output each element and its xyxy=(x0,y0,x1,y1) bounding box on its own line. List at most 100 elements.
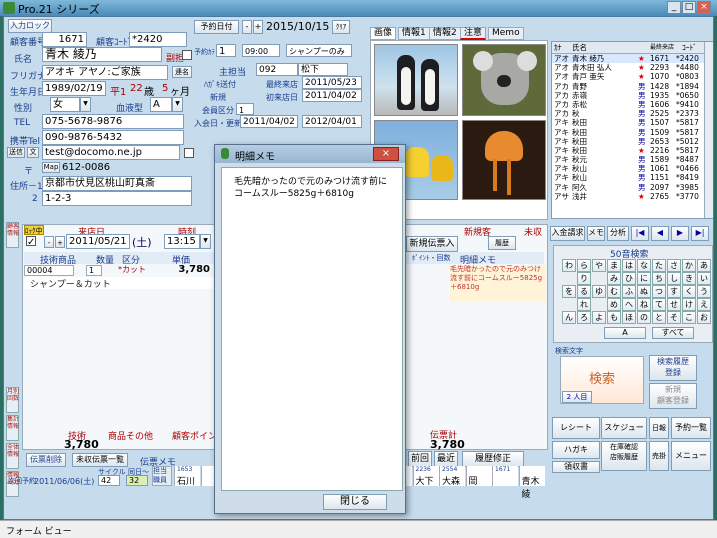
kana-button[interactable]: ね xyxy=(637,298,651,311)
prev-visit-button[interactable]: 前回 xyxy=(408,451,432,467)
history-button[interactable]: 履歴 xyxy=(488,236,516,250)
kana-button[interactable]: ん xyxy=(562,311,576,324)
kana-button[interactable]: い xyxy=(697,272,711,285)
kana-button[interactable]: ほ xyxy=(622,311,636,324)
kana-button[interactable]: た xyxy=(652,259,666,272)
email-field[interactable]: test@docomo.ne.jp xyxy=(42,145,180,160)
addr2-field[interactable]: 1-2-3 xyxy=(42,191,192,206)
birthday-field[interactable]: 1989/02/19 xyxy=(42,81,106,96)
slip-checkbox[interactable]: ✓ xyxy=(26,236,36,248)
list-item[interactable]: アキ 秋田 ★ 2216 *5817 xyxy=(552,146,712,155)
memo-button[interactable]: メモ xyxy=(587,226,605,241)
kana-button[interactable]: そ xyxy=(667,311,681,324)
receipt2-button[interactable]: 領収書 xyxy=(552,461,600,473)
jellyfish-photo[interactable] xyxy=(462,120,546,200)
reservation-minus[interactable]: - xyxy=(242,20,252,34)
analysis-button[interactable]: 分析 xyxy=(607,226,629,241)
next-record-button[interactable]: ▶ xyxy=(671,226,689,241)
receipt-button[interactable]: レシート xyxy=(552,417,600,439)
list-item[interactable]: アキ 秋田 男 2653 *5012 xyxy=(552,137,712,146)
row1-name[interactable]: シャンプー＆カット xyxy=(24,277,214,290)
cycle-field[interactable]: 42 xyxy=(98,475,120,486)
kana-button[interactable]: わ xyxy=(562,259,576,272)
appt-time-field[interactable]: 09:00 xyxy=(242,44,280,57)
list-item[interactable]: アカ 青野 男 1428 *1894 xyxy=(552,82,712,91)
kana-button[interactable]: を xyxy=(562,285,576,298)
staff-cell[interactable]: 1653 石川 xyxy=(174,466,200,487)
row1-code[interactable]: 00004 xyxy=(24,265,74,276)
member-select[interactable]: 1 xyxy=(236,103,254,115)
search-history-button[interactable]: 検索履歴 登録 xyxy=(649,355,697,381)
kana-button[interactable]: て xyxy=(652,298,666,311)
name-field[interactable]: 青木 綾乃 xyxy=(42,47,162,62)
list-item[interactable]: アキ 秋田 男 1509 *5817 xyxy=(552,128,712,137)
time-dropdown-icon[interactable]: ▼ xyxy=(200,234,211,249)
entry-lock-button[interactable]: 入力ロック xyxy=(8,19,52,33)
kana-button[interactable]: か xyxy=(682,259,696,272)
dialog-memo-text[interactable]: 毛先暗かったので元のみつけ流す前にコームスルー5825g＋6810g xyxy=(221,167,403,491)
kana-button[interactable]: く xyxy=(682,285,696,298)
kana-button[interactable]: と xyxy=(652,311,666,324)
unpaid-list-button[interactable]: 未収伝票一覧 xyxy=(72,453,128,467)
tab-image[interactable]: 画像 xyxy=(370,27,397,40)
list-item[interactable]: アキ 阿久 男 2097 *3985 xyxy=(552,183,712,192)
side-summary[interactable]: 集計 情報 xyxy=(6,415,19,441)
list-item[interactable]: アオ 青木 綾乃 ★ 1671 *2420 xyxy=(552,54,712,64)
family-button[interactable]: 連名 xyxy=(172,66,192,78)
dialog-close-icon[interactable]: × xyxy=(373,147,399,161)
customer-code-field[interactable]: *2420 xyxy=(129,32,187,47)
main-staff-code[interactable]: 092 xyxy=(256,63,298,76)
row1-qty[interactable]: 1 xyxy=(86,265,102,276)
visit-date-minus[interactable]: - xyxy=(44,236,54,248)
kana-button[interactable]: ろ xyxy=(577,311,591,324)
time-field[interactable]: 13:15 xyxy=(164,234,200,249)
list-item[interactable]: アカ秋 男 2525 *2373 xyxy=(552,109,712,118)
mobile-field[interactable]: 090-9876-5432 xyxy=(42,130,184,145)
kana-button[interactable]: め xyxy=(607,298,621,311)
close-window-button[interactable]: × xyxy=(697,1,711,14)
slip-delete-button[interactable]: 伝票削除 xyxy=(26,453,66,467)
kana-button[interactable]: あ xyxy=(697,259,711,272)
kana-button[interactable]: に xyxy=(637,272,651,285)
payment-button[interactable]: 入金請求 xyxy=(550,226,585,241)
list-item[interactable]: アオ 青戸 亜矢 ★ 1070 *0803 xyxy=(552,72,712,81)
kana-button[interactable]: こ xyxy=(682,311,696,324)
tab-memo[interactable]: Memo xyxy=(488,27,524,40)
kana-button[interactable]: き xyxy=(682,272,696,285)
row1-memo[interactable]: 毛先暗かったので元のみつけ流す前にコームスルー5825g＋6810g xyxy=(450,265,546,301)
kana-button[interactable]: ひ xyxy=(622,272,636,285)
furigana-field[interactable]: アオキ アヤノ:ご家族 xyxy=(42,65,168,80)
list-item[interactable]: アカ 赤嶺 男 1935 *0650 xyxy=(552,91,712,100)
staff-cell[interactable]: 岡 xyxy=(465,466,492,487)
kana-button[interactable]: む xyxy=(607,285,621,298)
hagaki-button[interactable]: ハガキ xyxy=(552,441,600,459)
main-staff-name[interactable]: 松下 xyxy=(298,63,348,76)
kana-button[interactable]: す xyxy=(667,285,681,298)
kana-button[interactable]: ま xyxy=(607,259,621,272)
sub-checkbox[interactable] xyxy=(182,50,192,60)
kana-button[interactable]: せ xyxy=(667,298,681,311)
stock-check-button[interactable]: 在庫確認 店販履歴 xyxy=(601,441,647,471)
list-item[interactable]: アキ 秋元 男 1589 *8487 xyxy=(552,155,712,164)
new-slip-button[interactable]: 新規伝票入力 xyxy=(406,236,458,263)
kana-button[interactable]: し xyxy=(667,272,681,285)
appt-list-button[interactable]: 予約一覧 xyxy=(671,417,711,439)
staff-cell[interactable]: 1671 xyxy=(492,466,518,486)
appt-slot[interactable]: 1 xyxy=(216,44,236,57)
sex-select[interactable]: 女 xyxy=(50,97,80,112)
side-monthly[interactable]: 月別 回数 xyxy=(6,387,19,413)
staff-cell[interactable]: 2554 大森 xyxy=(439,466,465,487)
kana-button[interactable]: さ xyxy=(667,259,681,272)
kana-button[interactable]: へ xyxy=(622,298,636,311)
kana-button[interactable]: ゆ xyxy=(592,285,606,298)
kana-button[interactable]: つ xyxy=(652,285,666,298)
email-text-button[interactable]: 文 xyxy=(27,147,39,158)
koala-photo[interactable] xyxy=(462,44,546,116)
list-item[interactable]: アカ 赤松 男 1606 *9410 xyxy=(552,100,712,109)
list-item[interactable]: アキ 秋田 男 1507 *5817 xyxy=(552,118,712,127)
kana-button[interactable]: る xyxy=(577,285,591,298)
dialog-close-button[interactable]: 閉じる xyxy=(323,494,387,510)
customer-list[interactable]: ｶﾅ 氏名 最終来店 ｺｰﾄﾞ アオ 青木 綾乃 ★ 1671 *2420 アオ 青木田 弘… xyxy=(551,41,713,219)
kana-button[interactable]: も xyxy=(607,311,621,324)
reservation-button[interactable]: 予約日付 xyxy=(194,20,239,34)
